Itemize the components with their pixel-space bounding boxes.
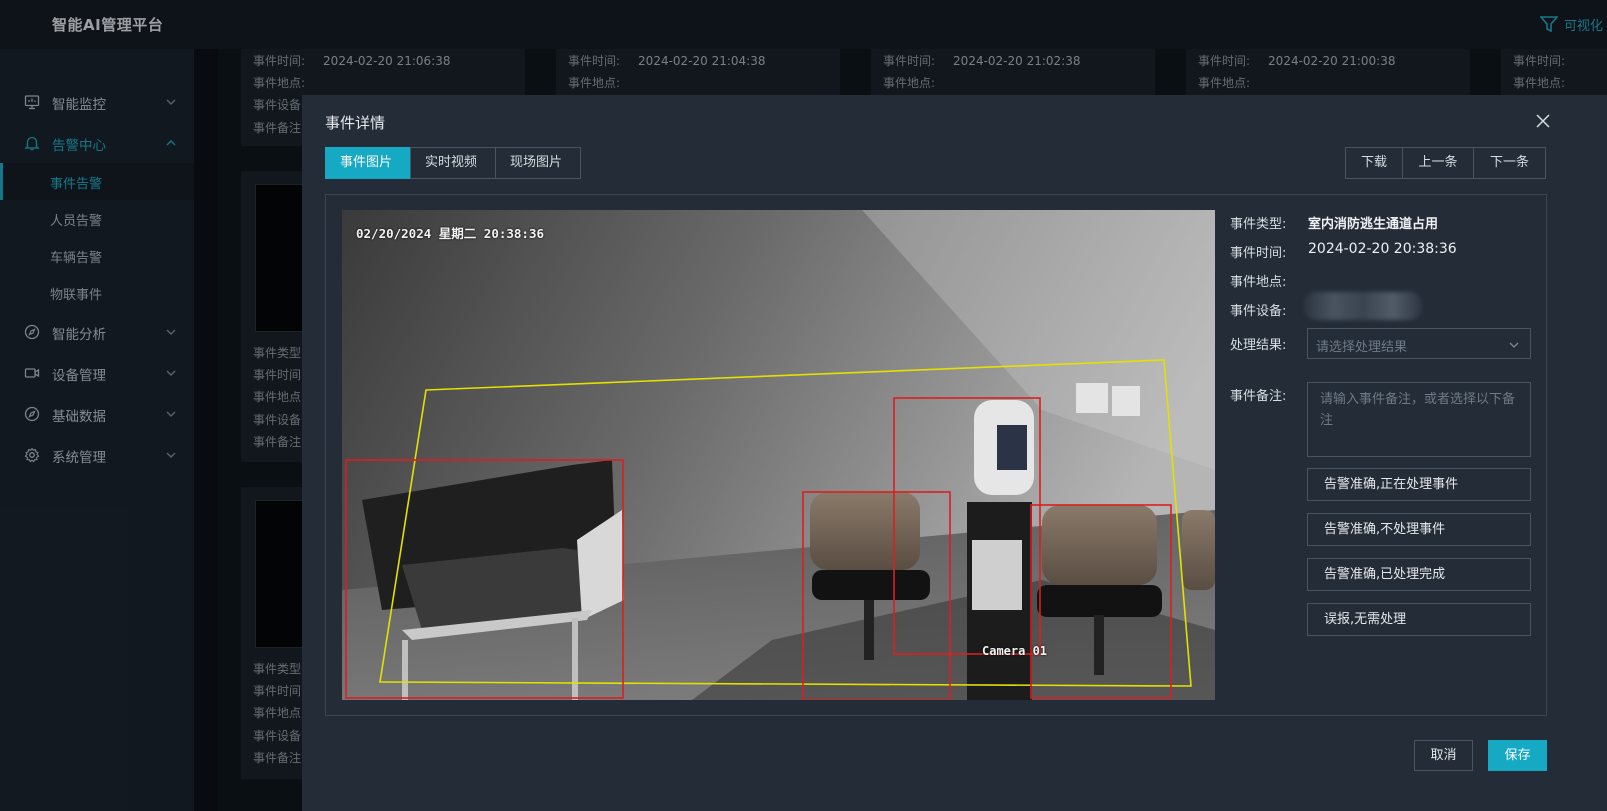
- device-label: 事件设备:: [1230, 304, 1287, 319]
- detail-content: 02/20/2024 星期二 20:38:36 Camera 01 事件类型: …: [325, 194, 1547, 716]
- type-label: 事件类型:: [1230, 217, 1287, 232]
- note-placeholder: 请输入事件备注，或者选择以下备注: [1320, 392, 1516, 428]
- note-textarea[interactable]: 请输入事件备注，或者选择以下备注: [1307, 382, 1531, 457]
- event-detail-modal: 事件详情 事件图片 实时视频 现场图片 下载 上一条 下一条 02/20/202…: [302, 95, 1607, 811]
- modal-title: 事件详情: [325, 114, 386, 132]
- quick-note-completed[interactable]: 告警准确,已处理完成: [1307, 558, 1531, 591]
- save-button[interactable]: 保存: [1488, 740, 1547, 771]
- camera-label: Camera 01: [982, 644, 1048, 658]
- next-button[interactable]: 下一条: [1473, 147, 1546, 179]
- quick-note-processing[interactable]: 告警准确,正在处理事件: [1307, 468, 1531, 501]
- cancel-button[interactable]: 取消: [1414, 740, 1473, 771]
- result-select[interactable]: 请选择处理结果: [1307, 328, 1531, 359]
- prev-button[interactable]: 上一条: [1402, 147, 1474, 179]
- result-select-placeholder: 请选择处理结果: [1316, 340, 1408, 355]
- note-label: 事件备注:: [1230, 389, 1287, 404]
- record-nav: 下载 上一条 下一条: [1345, 147, 1546, 179]
- quick-note-not-processing[interactable]: 告警准确,不处理事件: [1307, 513, 1531, 546]
- download-button[interactable]: 下载: [1345, 147, 1403, 179]
- place-label: 事件地点:: [1230, 275, 1287, 290]
- tab-event-image[interactable]: 事件图片: [325, 147, 411, 179]
- type-value: 室内消防逃生通道占用: [1308, 217, 1439, 232]
- close-icon[interactable]: [1535, 113, 1551, 129]
- image-timestamp: 02/20/2024 星期二 20:38:36: [356, 226, 545, 241]
- chevron-down-icon: [1509, 342, 1519, 348]
- tab-scene-image[interactable]: 现场图片: [495, 147, 581, 179]
- tab-bar: 事件图片 实时视频 现场图片: [325, 147, 581, 179]
- time-label: 事件时间:: [1230, 246, 1287, 261]
- camera-frame: [342, 210, 1215, 700]
- event-image[interactable]: 02/20/2024 星期二 20:38:36 Camera 01: [342, 210, 1215, 700]
- result-label: 处理结果:: [1230, 338, 1287, 353]
- quick-note-false-alarm[interactable]: 误报,无需处理: [1307, 603, 1531, 636]
- time-value: 2024-02-20 20:38:36: [1308, 241, 1457, 257]
- device-value-redacted: [1304, 292, 1422, 320]
- tab-live-video[interactable]: 实时视频: [410, 147, 496, 179]
